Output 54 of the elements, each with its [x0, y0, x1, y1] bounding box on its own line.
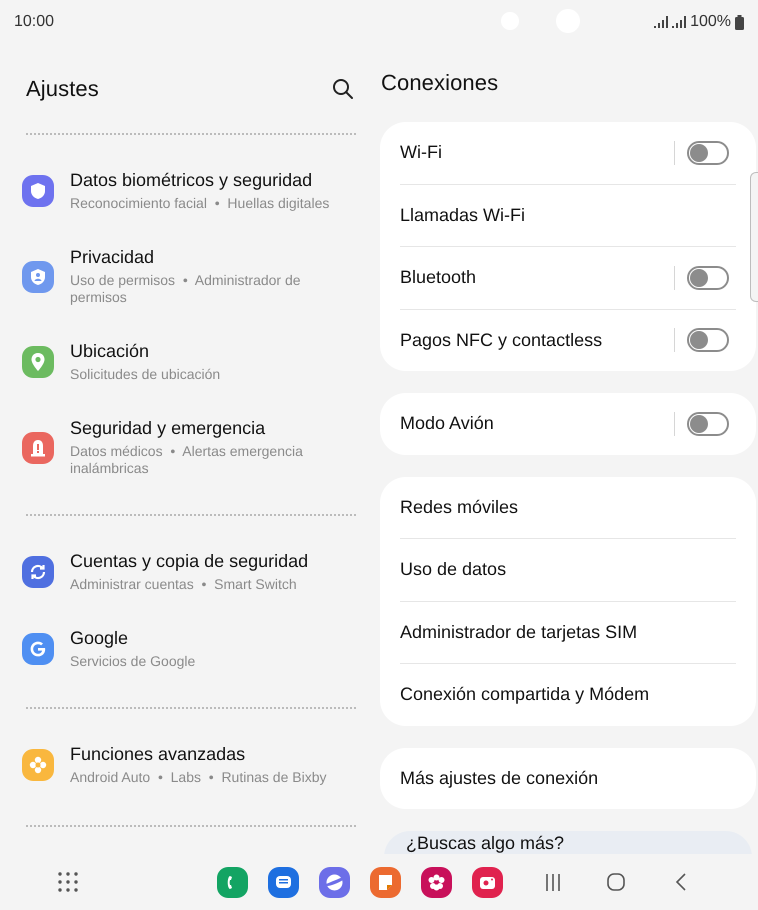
suggestion-title: ¿Buscas algo más?: [406, 833, 564, 854]
toggle-switch[interactable]: [687, 328, 729, 352]
notes-app-icon[interactable]: [370, 866, 401, 898]
settings-row[interactable]: Redes móviles: [400, 476, 736, 539]
item-subtitle: Servicios de Google: [70, 653, 196, 670]
item-subtitle: Datos médicos • Alertas emergencia inalámbricas: [70, 443, 304, 477]
item-subtitle: Android Auto • Labs • Rutinas de Bixby: [70, 769, 327, 786]
toggle-switch[interactable]: [687, 140, 729, 165]
settings-row[interactable]: Más ajustes de conexión: [400, 748, 736, 809]
settings-row[interactable]: Wi-Fi: [400, 122, 736, 184]
flower-app-icon[interactable]: [421, 866, 452, 898]
settings-row[interactable]: Bluetooth: [400, 247, 736, 310]
settings-item[interactable]: Funciones avanzadas Android Auto • Labs • Rutinas de Bixby: [22, 726, 356, 803]
back-icon[interactable]: [675, 873, 686, 891]
item-title: Seguridad y emergencia: [70, 418, 266, 439]
item-title: Google: [70, 628, 130, 649]
app-grid-icon[interactable]: [58, 872, 78, 892]
item-title: Ubicación: [70, 341, 150, 362]
settings-row[interactable]: Uso de datos: [400, 539, 736, 602]
item-title: Funciones avanzadas: [70, 744, 246, 765]
settings-row[interactable]: Administrador de tarjetas SIM: [400, 602, 736, 664]
signal-icon: [654, 16, 668, 28]
status-time: 10:00: [14, 13, 54, 31]
signal-icon: [672, 16, 686, 28]
item-title: Datos biométricos y seguridad: [70, 170, 314, 191]
item-subtitle: Reconocimiento facial • Huellas digitales: [70, 195, 330, 212]
settings-item[interactable]: Ubicación Solicitudes de ubicación: [22, 323, 356, 400]
page-title: Ajustes: [26, 76, 99, 102]
item-title: Privacidad: [70, 247, 156, 268]
toggle-switch[interactable]: [687, 412, 729, 436]
item-subtitle: Uso de permisos • Administrador de permisos: [70, 272, 302, 306]
item-subtitle: Solicitudes de ubicación: [70, 366, 220, 383]
page-title: Conexiones: [381, 70, 498, 96]
settings-row[interactable]: Modo Avión: [400, 393, 736, 454]
settings-row[interactable]: Pagos NFC y contactless: [400, 310, 736, 371]
recent-apps-icon[interactable]: [545, 874, 561, 890]
phone-app-icon[interactable]: [217, 866, 248, 898]
battery-icon: [735, 14, 744, 30]
camera-app-icon[interactable]: [472, 866, 503, 898]
settings-row[interactable]: Conexión compartida y Módem: [400, 664, 736, 726]
settings-item[interactable]: Seguridad y emergencia Datos médicos • Alertas emergencia inalámbricas: [22, 400, 356, 494]
settings-item[interactable]: Datos biométricos y seguridad Reconocimiento facial • Huellas digitales: [22, 152, 356, 229]
settings-item[interactable]: Google Servicios de Google: [22, 610, 356, 687]
settings-row[interactable]: Llamadas Wi-Fi: [400, 184, 736, 247]
settings-item[interactable]: Privacidad Uso de permisos • Administrador de permisos: [22, 229, 356, 323]
battery-level: 100%: [690, 13, 731, 31]
search-icon[interactable]: [332, 78, 354, 100]
browser-app-icon[interactable]: [319, 866, 350, 898]
home-icon[interactable]: [607, 873, 625, 891]
item-title: Cuentas y copia de seguridad: [70, 551, 308, 572]
item-subtitle: Administrar cuentas • Smart Switch: [70, 576, 298, 593]
messages-app-icon[interactable]: [268, 866, 299, 898]
toggle-switch[interactable]: [687, 266, 729, 290]
settings-item[interactable]: Cuentas y copia de seguridad Administrar cuentas • Smart Switch: [22, 533, 356, 610]
